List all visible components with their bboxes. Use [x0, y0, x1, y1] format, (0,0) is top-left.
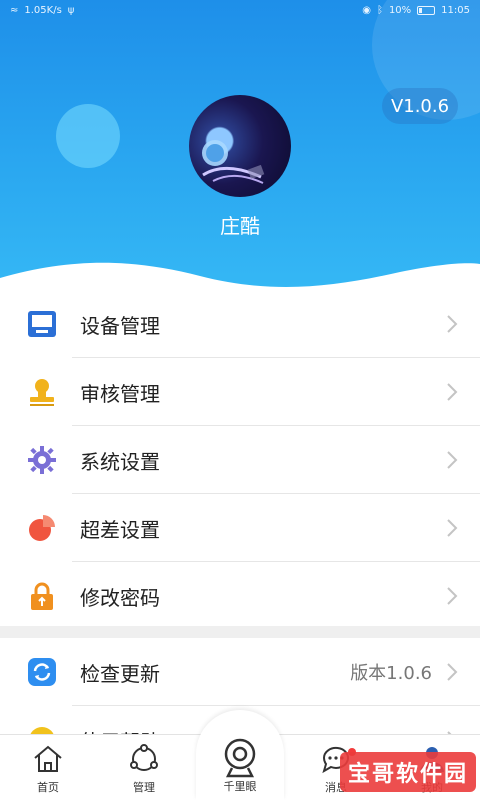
eye-icon: ◉ [362, 4, 371, 16]
tab-camera[interactable]: 千里眼 [200, 718, 280, 800]
tab-home[interactable]: 首页 [8, 735, 88, 800]
current-version: 版本1.0.6 [350, 663, 432, 684]
battery-icon [417, 5, 436, 15]
lock-icon [26, 580, 58, 612]
menu-card: 设备管理 审核管理 系统设置 超差设置 修改密码 [0, 290, 480, 626]
gear-icon [26, 444, 58, 476]
menu-label: 设备管理 [80, 313, 160, 338]
tab-label: 管理 [133, 781, 155, 794]
chevron-right-icon [447, 451, 458, 469]
chevron-right-icon [447, 315, 458, 333]
chevron-right-icon [447, 519, 458, 537]
menu-item-tolerance-settings[interactable]: 超差设置 [0, 494, 480, 562]
version-badge: V1.0.6 [382, 88, 458, 124]
tab-manage[interactable]: 管理 [104, 735, 184, 800]
battery-percent: 10% [388, 4, 412, 16]
chevron-right-icon [447, 663, 458, 681]
chevron-right-icon [447, 587, 458, 605]
menu-label: 超差设置 [80, 517, 160, 542]
username: 庄酷 [220, 214, 260, 238]
menu-label: 检查更新 [80, 661, 160, 686]
bluetooth-icon: ᛒ [376, 4, 383, 16]
pie-icon [26, 512, 58, 544]
tab-label: 千里眼 [223, 780, 257, 793]
camera-icon [224, 738, 256, 778]
decor-circle [56, 104, 120, 168]
avatar[interactable] [189, 95, 291, 197]
clock: 11:05 [441, 4, 470, 16]
menu-item-review-management[interactable]: 审核管理 [0, 358, 480, 426]
watermark: 宝哥软件园 [340, 752, 476, 792]
tab-label: 首页 [37, 781, 59, 794]
menu-label: 修改密码 [80, 585, 160, 610]
menu-item-device-management[interactable]: 设备管理 [0, 290, 480, 358]
device-icon [26, 308, 58, 340]
usb-icon: ψ [67, 4, 75, 16]
status-bar: ≈ 1.05K/s ψ ◉ ᛒ 10% 11:05 [0, 0, 480, 20]
home-icon [34, 745, 62, 772]
wifi-icon: ≈ [10, 4, 19, 16]
menu-item-system-settings[interactable]: 系统设置 [0, 426, 480, 494]
menu-item-change-password[interactable]: 修改密码 [0, 562, 480, 630]
refresh-icon [26, 656, 58, 688]
menu-label: 审核管理 [80, 381, 160, 406]
network-icon [130, 744, 158, 771]
menu-label: 系统设置 [80, 449, 160, 474]
chevron-right-icon [447, 383, 458, 401]
stamp-icon [26, 376, 58, 408]
network-speed: 1.05K/s [24, 4, 62, 16]
menu-item-check-update[interactable]: 检查更新 版本1.0.6 [0, 638, 480, 706]
